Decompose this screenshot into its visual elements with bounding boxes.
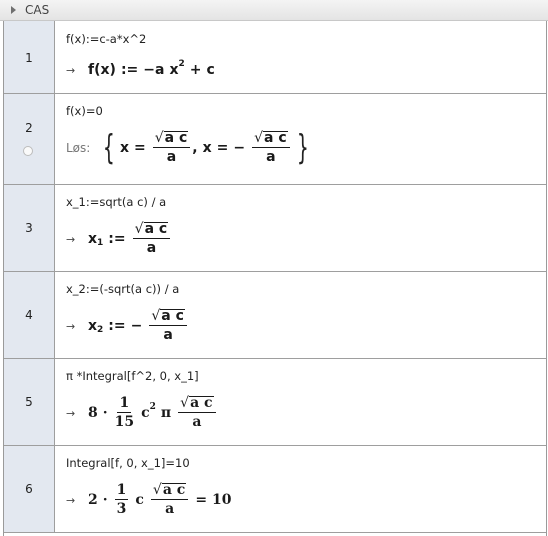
cas-input[interactable]: π *Integral[f^2, 0, x_1] — [66, 369, 199, 383]
row-number-cell[interactable]: 2 — [4, 94, 55, 184]
cas-row-3[interactable]: 3 x_1:=sqrt(a c) / a → x1 := √ a ca — [4, 185, 546, 272]
arrow-icon: → — [66, 232, 76, 246]
graphics-toggle-icon[interactable] — [23, 146, 33, 156]
cas-row-2[interactable]: 2 f(x)=0 Løs: { x = √ a ca , x = − √ a ca } — [4, 94, 546, 185]
cas-row-4[interactable]: 4 x_2:=(-sqrt(a c)) / a → x2 := − √ a ca — [4, 272, 546, 359]
cas-output: → x2 := − √ a ca — [66, 309, 189, 343]
cas-input[interactable]: x_2:=(-sqrt(a c)) / a — [66, 282, 179, 296]
solve-label: Løs: — [66, 141, 91, 155]
output-expression: 2 · 13 c √ a ca = 10 — [88, 482, 232, 518]
row-number: 3 — [25, 221, 33, 235]
cas-output: → x1 := √ a ca — [66, 222, 172, 256]
row-number: 5 — [25, 395, 33, 409]
row-number-cell[interactable]: 1 — [4, 21, 55, 93]
row-number-cell[interactable]: 5 — [4, 359, 55, 445]
row-number: 4 — [25, 308, 33, 322]
output-expression: x2 := − √ a ca — [88, 309, 189, 343]
cas-output: → 2 · 13 c √ a ca = 10 — [66, 482, 232, 518]
cas-output: Løs: { x = √ a ca , x = − √ a ca } — [66, 131, 313, 165]
cas-row-6[interactable]: 6 Integral[f, 0, x_1]=10 → 2 · 13 c √ a ca… — [4, 446, 546, 533]
row-number-cell[interactable]: 6 — [4, 446, 55, 532]
cas-row-5[interactable]: 5 π *Integral[f^2, 0, x_1] → 8 · 1 15 c2π … — [4, 359, 546, 446]
cas-input[interactable]: f(x)=0 — [66, 104, 103, 118]
output-expression: { x = √ a ca , x = − √ a ca } — [103, 128, 309, 168]
cas-input[interactable]: x_1:=sqrt(a c) / a — [66, 195, 166, 209]
arrow-icon: → — [66, 493, 76, 507]
row-number: 6 — [25, 482, 33, 496]
arrow-icon: → — [66, 406, 76, 420]
cas-output: → f(x) := − a x 2 + c — [66, 59, 215, 78]
cas-output: → 8 · 1 15 c2π √ a ca — [66, 396, 218, 430]
collapse-triangle-icon[interactable] — [11, 6, 16, 14]
arrow-icon: → — [66, 63, 76, 77]
row-number-cell[interactable]: 4 — [4, 272, 55, 358]
output-expression: f(x) := − a x 2 + c — [88, 59, 215, 78]
row-number: 1 — [25, 51, 33, 65]
row-number-cell[interactable]: 3 — [4, 185, 55, 271]
cas-row-1[interactable]: 1 f(x):=c-a*x^2 → f(x) := − a x 2 + c — [4, 21, 546, 94]
cas-input[interactable]: Integral[f, 0, x_1]=10 — [66, 456, 190, 470]
cas-input[interactable]: f(x):=c-a*x^2 — [66, 32, 146, 46]
output-expression: 8 · 1 15 c2π √ a ca — [88, 396, 218, 430]
cas-panel-header[interactable]: CAS — [0, 0, 548, 21]
panel-title: CAS — [25, 3, 50, 17]
arrow-icon: → — [66, 319, 76, 333]
row-number: 2 — [25, 121, 33, 135]
output-expression: x1 := √ a ca — [88, 222, 172, 256]
